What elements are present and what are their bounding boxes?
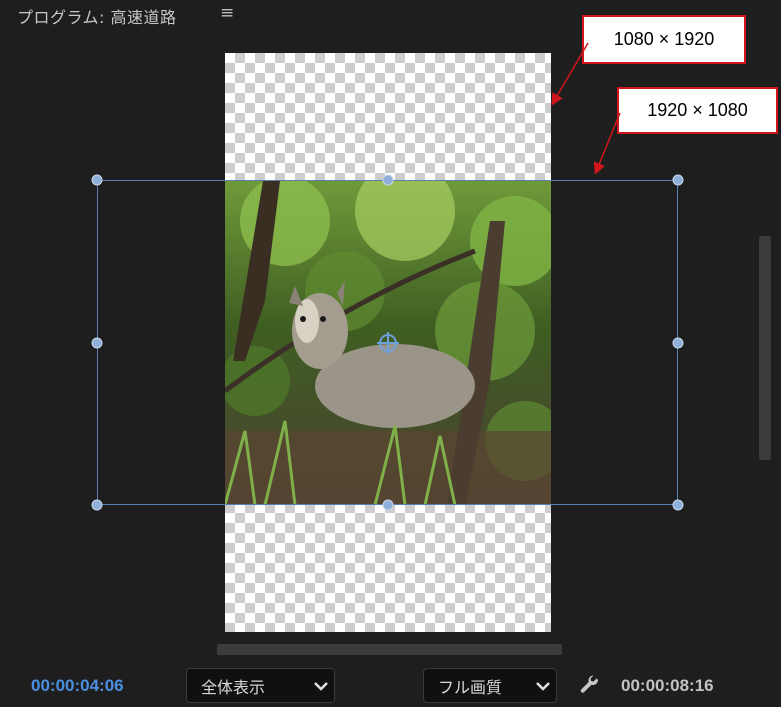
anchor-point-icon[interactable]: [377, 332, 399, 354]
bbox-handle-left[interactable]: [91, 337, 103, 349]
bbox-handle-bottom[interactable]: [382, 499, 394, 511]
bbox-handle-top[interactable]: [382, 174, 394, 186]
current-timecode[interactable]: 00:00:04:06: [31, 676, 124, 696]
bbox-handle-top-right[interactable]: [672, 174, 684, 186]
wrench-icon[interactable]: [578, 674, 602, 698]
callout-horizontal-size: 1920 × 1080: [617, 87, 778, 134]
bbox-handle-bottom-right[interactable]: [672, 499, 684, 511]
duration-timecode: 00:00:08:16: [621, 676, 714, 695]
callout-vertical-size: 1080 × 1920: [582, 15, 746, 64]
playback-quality-select[interactable]: フル画質: [423, 668, 557, 703]
playback-quality-value: フル画質: [438, 677, 503, 697]
zoom-level-value: 全体表示: [201, 677, 266, 697]
bbox-handle-bottom-left[interactable]: [91, 499, 103, 511]
bbox-handle-right[interactable]: [672, 337, 684, 349]
chevron-down-icon: [308, 676, 334, 695]
horizontal-scrollbar[interactable]: [217, 644, 562, 655]
chevron-down-icon: [530, 676, 556, 695]
panel-menu-icon[interactable]: ≡: [220, 3, 234, 23]
bbox-handle-top-left[interactable]: [91, 174, 103, 186]
zoom-level-select[interactable]: 全体表示: [186, 668, 335, 703]
panel-title: プログラム: 高速道路: [17, 8, 177, 27]
vertical-scrollbar[interactable]: [759, 236, 771, 460]
